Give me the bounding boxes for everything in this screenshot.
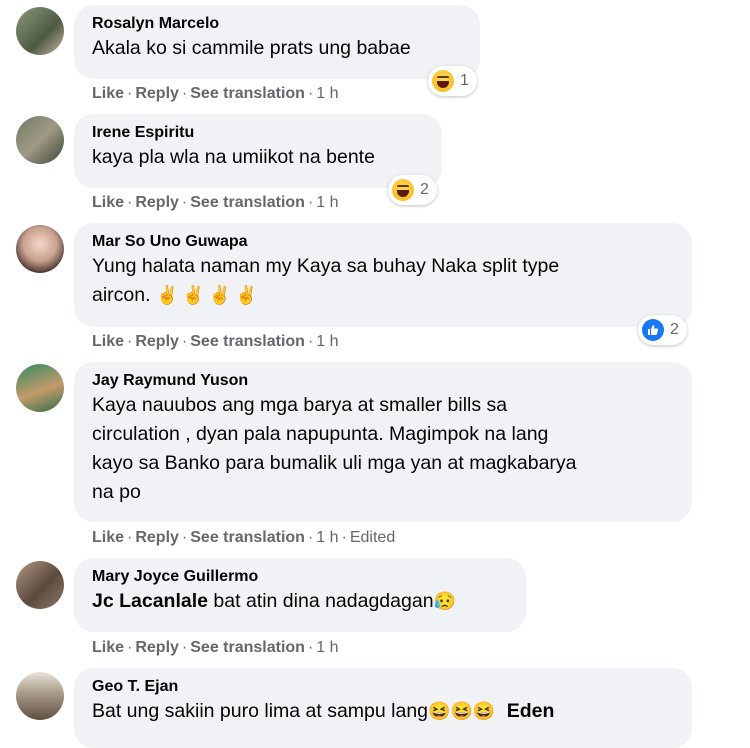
comment-actions: Like · Reply · See translation · 1 h [92,194,339,211]
comment-actions: Like · Reply · See translation · 1 h [92,639,339,656]
see-translation-link[interactable]: See translation [190,529,305,546]
like-link[interactable]: Like [92,85,124,102]
reply-link[interactable]: Reply [135,85,179,102]
reply-link[interactable]: Reply [135,529,179,546]
comment-author[interactable]: Mary Joyce Guillermo [92,567,510,587]
comment-bubble: Mary Joyce Guillermo Jc Lacanlale bat at… [74,558,526,632]
timestamp[interactable]: 1 h [316,639,338,656]
comment-author[interactable]: Rosalyn Marcelo [92,14,464,34]
avatar[interactable] [16,225,64,273]
reaction-badge[interactable]: 1 [428,66,477,96]
timestamp[interactable]: 1 h [316,529,338,546]
victory-hand-emoji: ✌✌✌✌ [155,285,262,305]
comment-bubble: Irene Espiritu kaya pla wla na umiikot n… [74,114,442,188]
comment-author[interactable]: Irene Espiritu [92,123,426,143]
reaction-count: 1 [460,72,469,89]
reaction-badge[interactable]: 2 [638,315,687,345]
sad-face-emoji: 😥 [433,591,456,611]
comment-author[interactable]: Geo T. Ejan [92,677,676,697]
comment-text-line: na po [92,481,141,503]
comment-bubble: Geo T. Ejan Bat ung sakiin puro lima at … [74,668,692,748]
reaction-count: 2 [670,321,679,338]
avatar[interactable] [16,561,64,609]
comment-author[interactable]: Mar So Uno Guwapa [92,232,676,252]
comment-text: Akala ko si cammile prats ung babae [92,37,411,59]
timestamp[interactable]: 1 h [316,85,338,102]
edited-label[interactable]: Edited [350,529,395,546]
see-translation-link[interactable]: See translation [190,333,305,350]
comment-text-line: aircon. [92,284,151,306]
reply-link[interactable]: Reply [135,333,179,350]
comment-text: Bat ung sakiin puro lima at sampu lang [92,700,429,722]
mention-link[interactable]: Jc Lacanlale [92,590,208,612]
comment-text: bat atin dina nadagdagan [208,590,434,612]
mention-link[interactable]: Eden [507,700,555,722]
timestamp[interactable]: 1 h [316,194,338,211]
haha-icon [392,179,414,201]
comment-text: kaya pla wla na umiikot na bente [92,146,375,168]
comment-actions: Like · Reply · See translation · 1 h [92,85,339,102]
comment-text-line: circulation , dyan pala napupunta. Magim… [92,423,549,445]
like-link[interactable]: Like [92,529,124,546]
avatar[interactable] [16,672,64,720]
haha-icon [432,70,454,92]
reply-link[interactable]: Reply [135,639,179,656]
comment-text-line: Yung halata naman my Kaya sa buhay Naka … [92,255,560,277]
avatar[interactable] [16,116,64,164]
comment-actions: Like · Reply · See translation · 1 h [92,333,339,350]
comment-actions: Like · Reply · See translation · 1 h · Edited [92,529,396,546]
reaction-count: 2 [420,181,429,198]
comment-text-line: kayo sa Banko para bumalik uli mga yan a… [92,452,577,474]
like-link[interactable]: Like [92,333,124,350]
see-translation-link[interactable]: See translation [190,194,305,211]
reaction-badge[interactable]: 2 [388,175,437,205]
timestamp[interactable]: 1 h [316,333,338,350]
avatar[interactable] [16,364,64,412]
like-icon [642,319,664,341]
comment-author[interactable]: Jay Raymund Yuson [92,371,676,391]
comment-bubble: Jay Raymund Yuson Kaya nauubos ang mga b… [74,362,692,522]
see-translation-link[interactable]: See translation [190,639,305,656]
comment-bubble: Mar So Uno Guwapa Yung halata naman my K… [74,223,692,327]
like-link[interactable]: Like [92,194,124,211]
comment-bubble: Rosalyn Marcelo Akala ko si cammile prat… [74,5,480,79]
reply-link[interactable]: Reply [135,194,179,211]
comment-text-line: Kaya nauubos ang mga barya at smaller bi… [92,394,508,416]
avatar[interactable] [16,7,64,55]
see-translation-link[interactable]: See translation [190,85,305,102]
like-link[interactable]: Like [92,639,124,656]
laughing-emoji: 😆😆😆 [428,701,496,721]
